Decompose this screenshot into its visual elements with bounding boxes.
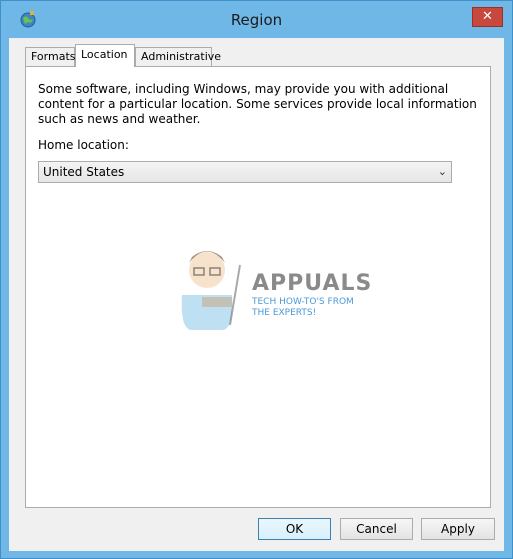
close-icon: ✕ <box>482 9 493 24</box>
ok-button[interactable]: OK <box>258 518 331 540</box>
tab-administrative[interactable]: Administrative <box>135 47 221 66</box>
home-location-select[interactable]: United States ⌄ <box>38 161 452 183</box>
tab-formats[interactable]: Formats <box>25 47 76 66</box>
title-bar[interactable]: Region ✕ <box>1 1 512 38</box>
watermark-subtitle: TECH HOW-TO'S FROM THE EXPERTS! <box>252 297 354 318</box>
region-dialog: Region ✕ Formats Location Administrative… <box>0 0 513 559</box>
tab-location[interactable]: Location <box>75 44 135 67</box>
appuals-watermark: APPUALS TECH HOW-TO'S FROM THE EXPERTS! <box>162 235 371 335</box>
close-button[interactable]: ✕ <box>472 7 503 27</box>
home-location-value: United States <box>43 165 125 179</box>
location-panel: Some software, including Windows, may pr… <box>25 66 491 508</box>
home-location-label: Home location: <box>38 138 129 152</box>
watermark-mascot-image <box>181 251 241 330</box>
cancel-button[interactable]: Cancel <box>340 518 413 540</box>
apply-button[interactable]: Apply <box>421 518 495 540</box>
window-title: Region <box>230 11 283 29</box>
location-description: Some software, including Windows, may pr… <box>38 82 477 126</box>
dialog-client: Formats Location Administrative Some sof… <box>9 38 504 551</box>
watermark-title: APPUALS <box>252 271 373 296</box>
chevron-down-icon: ⌄ <box>437 165 447 178</box>
